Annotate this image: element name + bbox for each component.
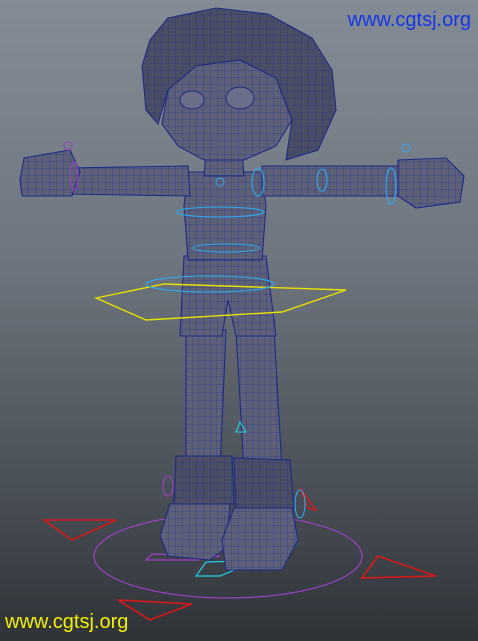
ankle-control-left[interactable] [162, 475, 174, 497]
watermark-top: www.cgtsj.org [347, 9, 471, 31]
maya-viewport[interactable]: www.cgtsj.org www.cgtsj.org [0, 0, 478, 641]
locator-right-triangle[interactable] [360, 555, 437, 579]
eye-left [179, 90, 205, 110]
locator-left-triangle[interactable] [41, 519, 117, 541]
ankle-control-right[interactable] [294, 489, 306, 519]
eye-right [225, 86, 255, 110]
watermark-bottom: www.cgtsj.org [5, 611, 129, 633]
finger-control-left[interactable] [63, 141, 73, 151]
finger-control-right[interactable] [401, 143, 411, 153]
rigged-character-scene [19, 7, 465, 621]
locator-bottom-triangle[interactable] [117, 599, 193, 621]
